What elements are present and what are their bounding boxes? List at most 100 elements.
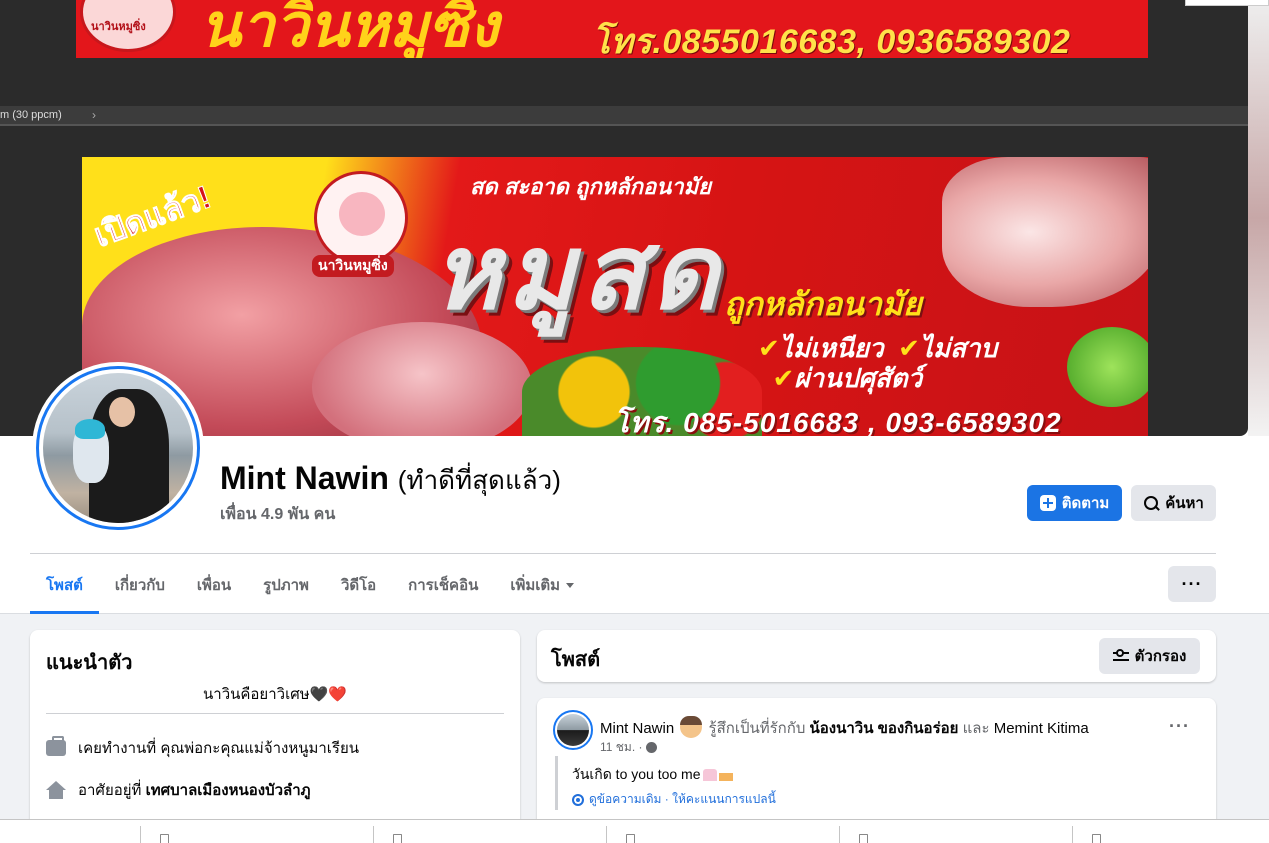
work-text: เคยทำงานที่ คุณพ่อกะคุณแม่จ้างหนูมาเรียน [78, 736, 359, 760]
tagged-friend-2[interactable]: Memint Kitima [994, 720, 1089, 737]
friends-count[interactable]: เพื่อน 4.9 พัน คน [220, 502, 335, 527]
quote-bar [555, 756, 558, 810]
intro-home: อาศัยอยู่ที่ เทศบาลเมืองหนองบัวลำภู [46, 778, 311, 802]
post-time[interactable]: 11 ชม. · [600, 738, 643, 757]
post-body: วันเกิด to you too me [572, 764, 733, 786]
filter-label: ตัวกรอง [1134, 648, 1187, 665]
cover-main-banner: เปิดแล้ว! นาวินหมูซิ่ง สด สะอาด ถูกหลักอ… [82, 157, 1148, 436]
profile-name-text: Mint Nawin [220, 460, 389, 496]
tab-videos[interactable]: วิดีโอ [325, 556, 392, 614]
post-author-avatar[interactable] [553, 710, 593, 750]
gear-icon [572, 793, 584, 806]
document-icon[interactable] [160, 834, 169, 843]
strip-divider [606, 826, 607, 843]
translation-links[interactable]: ดูข้อความเดิม · ให้คะแนนการแปลนี้ [589, 790, 776, 809]
zoom-readout: m (30 ppcm) [0, 109, 62, 121]
follow-label: ติดตาม [1061, 495, 1110, 512]
search-icon [1143, 495, 1159, 511]
post-meta: 11 ชม. · [600, 738, 657, 757]
document-icon[interactable] [626, 834, 635, 843]
cover-photo[interactable]: นาวินหมูซิ่ง นาวินหมูซิ่ง โทร.0855016683… [0, 0, 1248, 436]
banner-headline: หมูสด [432, 215, 725, 331]
tab-friends[interactable]: เพื่อน [181, 556, 247, 614]
home-value[interactable]: เทศบาลเมืองหนองบัวลำภู [146, 782, 311, 799]
document-icon[interactable] [859, 834, 868, 843]
filter-icon [1112, 649, 1129, 663]
story-ring [36, 366, 200, 530]
tab-label: วิดีโอ [340, 577, 377, 594]
check-item: ไม่เหนียว [779, 333, 884, 363]
intro-card: แนะนำตัว นาวินคือยาวิเศษ🖤❤️ เคยทำงานที่ … [30, 630, 520, 843]
strip-divider [373, 826, 374, 843]
post-menu-button[interactable]: ··· [1169, 716, 1190, 737]
pig-logo-icon: นาวินหมูซิ่ง [80, 0, 176, 52]
top-logo-label: นาวินหมูซิ่ง [91, 21, 146, 33]
tab-about[interactable]: เกี่ยวกับ [99, 556, 181, 614]
work-value[interactable]: คุณพ่อกะคุณแม่จ้างหนูมาเรียน [160, 740, 359, 757]
search-button[interactable]: ค้นหา [1131, 485, 1216, 521]
check-icon: ✔ [898, 333, 920, 363]
window-tab [1185, 0, 1269, 6]
follow-plus-icon [1039, 495, 1056, 511]
banner-phone: โทร. 085-5016683 , 093-6589302 [614, 407, 1062, 436]
banner-checks: ✔ไม่เหนียว ✔ไม่สาบ ✔ผ่านปศุสัตว์ [758, 333, 1058, 393]
post-feeling: รู้สึกเป็นที่รักกับ [708, 720, 806, 737]
profile-avatar[interactable] [32, 362, 204, 534]
home-prefix: อาศัยอยู่ที่ [78, 782, 142, 799]
tab-label: เกี่ยวกับ [114, 577, 165, 594]
tagged-friend-1[interactable]: น้องนาวิน ของกินอร่อย [810, 720, 959, 737]
banner-subheadline: ถูกหลักอนามัย [724, 286, 922, 322]
post-and: และ [962, 720, 990, 737]
top-banner-title: นาวินหมูซิ่ง [200, 0, 499, 58]
tab-label: โพสต์ [46, 577, 83, 594]
intro-bio: นาวินคือยาวิเศษ🖤❤️ [203, 686, 347, 703]
bottom-tab-strip [0, 819, 1269, 843]
birthday-cake-icon [702, 769, 717, 781]
post-text: วันเกิด to you too me [572, 766, 701, 782]
work-prefix: เคยทำงานที่ [78, 740, 157, 757]
posts-title: โพสต์ [551, 649, 601, 671]
tab-more[interactable]: เพิ่มเติม [494, 556, 590, 614]
post-header-line: Mint Nawin รู้สึกเป็นที่รักกับ น้องนาวิน… [600, 716, 1089, 740]
tab-label: เพิ่มเติม [510, 577, 561, 594]
profile-tabs: โพสต์ เกี่ยวกับ เพื่อน รูปภาพ วิดีโอ การ… [30, 556, 590, 614]
avatar-photo [43, 373, 193, 523]
lettuce-image [1067, 327, 1148, 407]
caret-down-icon [566, 582, 575, 588]
tab-label: รูปภาพ [263, 577, 309, 594]
tab-photos[interactable]: รูปภาพ [247, 556, 325, 614]
tab-checkins[interactable]: การเช็คอิน [392, 556, 494, 614]
post-author[interactable]: Mint Nawin [600, 720, 674, 737]
check-item: ไม่สาบ [919, 333, 998, 363]
header-divider [30, 553, 1216, 554]
home-text: อาศัยอยู่ที่ เทศบาลเมืองหนองบัวลำภู [78, 778, 311, 802]
follow-button[interactable]: ติดตาม [1027, 485, 1122, 521]
document-icon[interactable] [393, 834, 402, 843]
meat-image-3 [942, 157, 1148, 307]
editor-status-bar: m (30 ppcm) › [0, 106, 1248, 126]
feeling-emoji-icon [680, 716, 703, 738]
check-item: ผ่านปศุสัตว์ [794, 363, 923, 393]
briefcase-icon [46, 736, 66, 756]
translation-row: ดูข้อความเดิม · ให้คะแนนการแปลนี้ [572, 790, 776, 809]
strip-divider [1072, 826, 1073, 843]
intro-title: แนะนำตัว [46, 652, 133, 674]
check-icon: ✔ [772, 363, 795, 393]
cake-slice-icon [718, 769, 733, 781]
top-banner-phone: โทร.0855016683, 0936589302 [592, 23, 1071, 58]
chevron-right-icon: › [92, 108, 96, 122]
document-icon[interactable] [1092, 834, 1101, 843]
more-options-button[interactable]: ··· [1168, 566, 1216, 602]
tab-label: การเช็คอิน [408, 577, 479, 594]
posts-header-card: โพสต์ ตัวกรอง [537, 630, 1216, 682]
background-window-edge [1185, 0, 1269, 436]
cover-area: นาวินหมูซิ่ง นาวินหมูซิ่ง โทร.0855016683… [0, 0, 1269, 436]
tab-posts[interactable]: โพสต์ [30, 556, 99, 614]
intro-divider [46, 713, 504, 714]
strip-divider [140, 826, 141, 843]
strip-divider [839, 826, 840, 843]
globe-icon [645, 742, 657, 753]
search-label: ค้นหา [1165, 495, 1204, 512]
check-icon: ✔ [758, 333, 780, 363]
filter-button[interactable]: ตัวกรอง [1099, 638, 1200, 674]
